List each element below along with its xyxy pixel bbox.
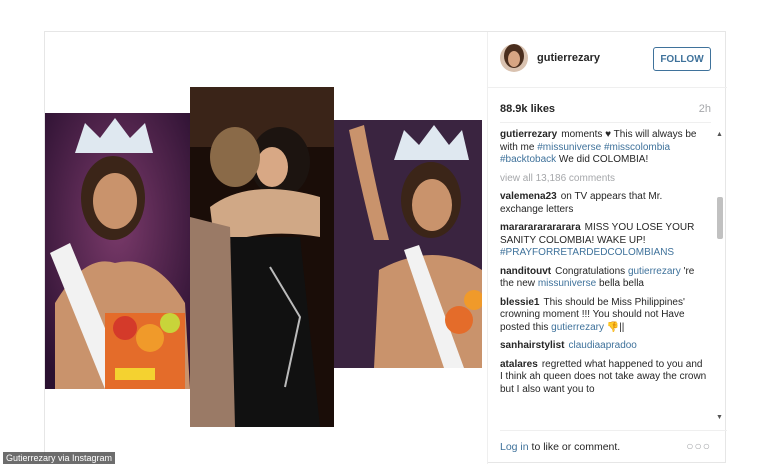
post-sidebar: gutierrezary FOLLOW 88.9k likes 2h gutie… (487, 32, 727, 464)
hashtag-link[interactable]: #PRAYFORRETARDEDCOLOMBIANS (500, 247, 674, 258)
comment: atalares regretted what happened to you a… (500, 358, 707, 395)
comment: sanhairstylist claudiaapradoo (500, 340, 708, 353)
caption-username[interactable]: gutierrezary (500, 129, 557, 140)
view-all-comments-link[interactable]: view all 13,186 comments (500, 173, 708, 186)
login-prompt: Log in to like or comment. (500, 441, 621, 453)
photo-crowned-queen (45, 113, 190, 389)
hashtag-link[interactable]: #backtoback (500, 154, 556, 165)
post-header: gutierrezary FOLLOW (488, 32, 727, 88)
comments-list: gutierrezary moments ♥ This will always b… (500, 129, 708, 419)
follow-button[interactable]: FOLLOW (653, 47, 711, 71)
comment-username[interactable]: sanhairstylist (500, 340, 564, 351)
scroll-up-icon[interactable]: ▲ (716, 131, 723, 138)
username-link[interactable]: gutierrezary (537, 52, 600, 64)
caption: gutierrezary moments ♥ This will always b… (500, 129, 697, 165)
photo-embrace (190, 87, 334, 427)
comment: valemena23 on TV appears that Mr. exchang… (500, 191, 663, 215)
avatar[interactable] (500, 44, 528, 72)
comments-scrollbar[interactable]: ▲ ▼ (715, 131, 725, 421)
mention-link[interactable]: gutierrezary (628, 266, 681, 277)
photo-waving-queen (334, 120, 482, 368)
post-footer: Log in to like or comment. ○○○ (500, 430, 727, 465)
divider (500, 122, 711, 123)
comment-username[interactable]: atalares (500, 359, 538, 370)
comment-username[interactable]: valemena23 (500, 191, 557, 202)
comment: blessie1 This should be Miss Philippines'… (500, 296, 685, 333)
mention-link[interactable]: gutierrezary (551, 322, 604, 333)
comment-username[interactable]: mararararararara (500, 222, 581, 233)
comment: mararararararara MISS YOU LOSE YOUR SANIT… (500, 222, 695, 258)
comment-username[interactable]: nanditouvt (500, 266, 551, 277)
scroll-down-icon[interactable]: ▼ (716, 414, 723, 421)
instagram-post: gutierrezary FOLLOW 88.9k likes 2h gutie… (44, 31, 727, 464)
post-time: 2h (698, 103, 711, 115)
mention-link[interactable]: claudiaapradoo (568, 340, 636, 351)
hashtag-link[interactable]: #missuniverse (537, 142, 601, 153)
comment: nanditouvt Congratulations gutierrezary '… (500, 265, 695, 290)
hashtag-link[interactable]: #misscolombia (604, 142, 670, 153)
comment-username[interactable]: blessie1 (500, 297, 539, 308)
more-options-icon[interactable]: ○○○ (686, 439, 711, 453)
post-media (45, 32, 487, 464)
login-link[interactable]: Log in (500, 441, 529, 453)
photo-credit: Gutierrezary via Instagram (3, 452, 116, 464)
likes-count[interactable]: 88.9k likes (500, 103, 555, 115)
scrollbar-thumb[interactable] (717, 197, 723, 239)
mention-link[interactable]: missuniverse (538, 278, 596, 289)
